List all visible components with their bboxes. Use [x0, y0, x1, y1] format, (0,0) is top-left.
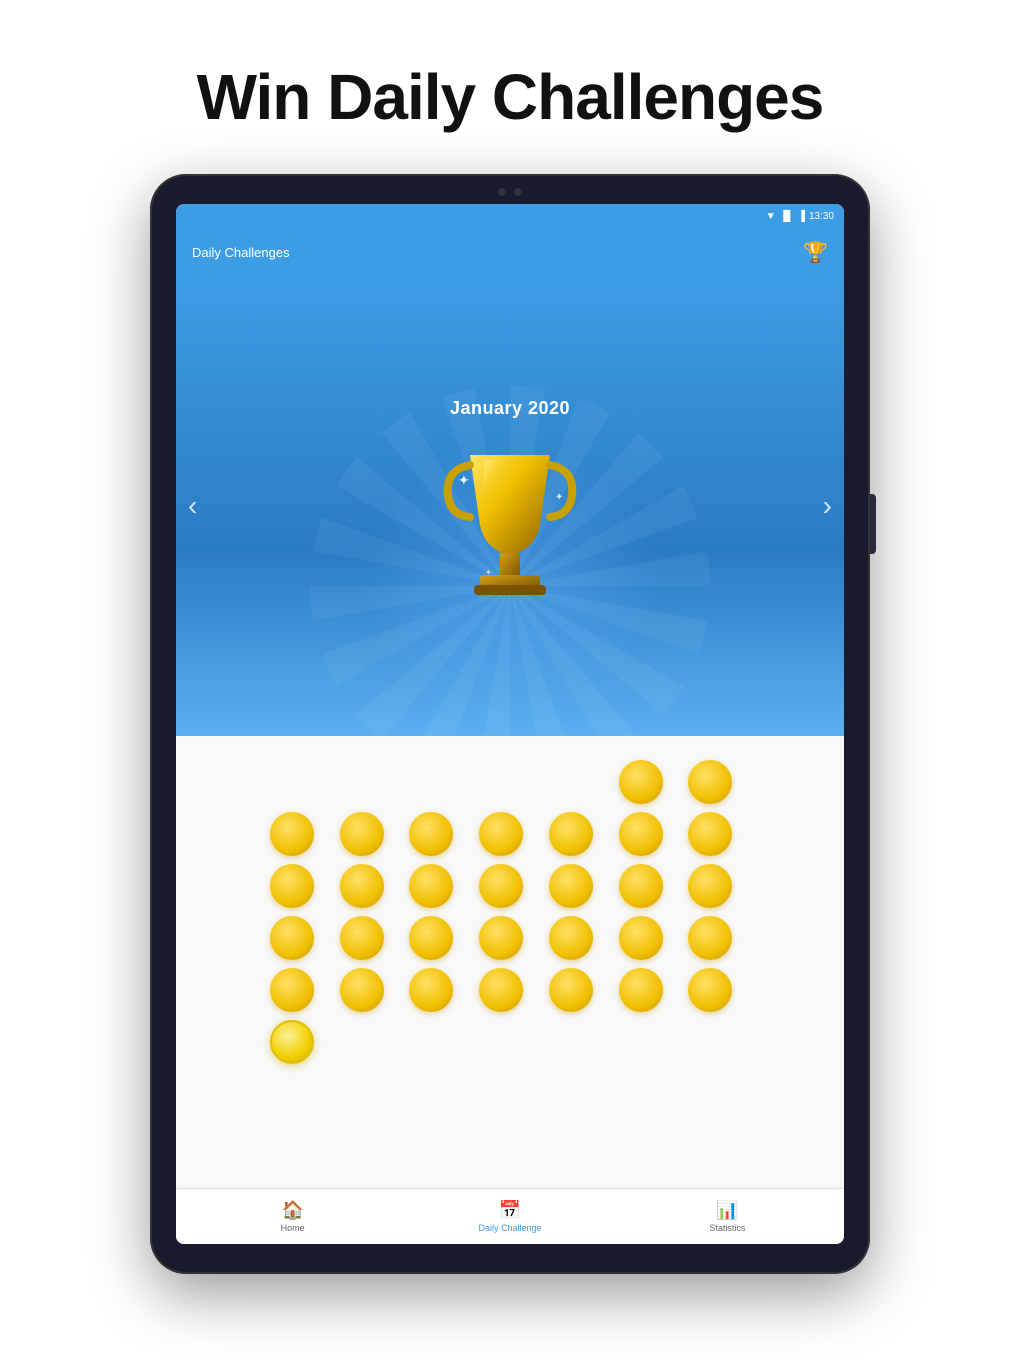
status-icons: ▼ ▐▌ ▐ 13:30: [766, 211, 834, 222]
calendar-day-dot[interactable]: [340, 760, 384, 804]
calendar-day-dot[interactable]: [688, 916, 732, 960]
calendar-day-dot[interactable]: [409, 916, 453, 960]
camera-dot-left: [498, 188, 506, 196]
tablet-screen: ▼ ▐▌ ▐ 13:30 Daily Challenges 🏆 ‹ › Janu…: [176, 204, 844, 1244]
nav-item-stats[interactable]: 📊 Statistics: [619, 1200, 836, 1233]
signal-icon: ▐▌: [780, 211, 794, 222]
tablet-side-button: [870, 494, 876, 554]
calendar-day-dot[interactable]: [619, 1020, 663, 1064]
app-bar-title: Daily Challenges: [192, 245, 290, 260]
calendar-day-dot[interactable]: [619, 968, 663, 1012]
calendar-day-dot[interactable]: [619, 916, 663, 960]
calendar-day-dot[interactable]: [270, 760, 314, 804]
calendar-day-dot[interactable]: [409, 1020, 453, 1064]
next-month-button[interactable]: ›: [823, 490, 832, 522]
stats-nav-label: Statistics: [709, 1223, 745, 1233]
trophy-image: ✦ ✦ ✦: [430, 435, 590, 615]
calendar-day-dot[interactable]: [688, 760, 732, 804]
calendar-day-dot[interactable]: [409, 812, 453, 856]
calendar-day-dot[interactable]: [340, 864, 384, 908]
trophy-bar-icon: 🏆: [803, 240, 828, 265]
hero-section: ‹ › January 2020: [176, 276, 844, 736]
calendar-day-dot[interactable]: [549, 968, 593, 1012]
calendar-day-dot[interactable]: [688, 1020, 732, 1064]
app-bar: Daily Challenges 🏆: [176, 228, 844, 276]
calendar-day-dot[interactable]: [688, 864, 732, 908]
calendar-day-dot[interactable]: [409, 864, 453, 908]
page-title: Win Daily Challenges: [197, 60, 824, 134]
month-label: January 2020: [450, 398, 570, 419]
calendar-day-dot[interactable]: [270, 968, 314, 1012]
calendar-grid: [270, 760, 750, 1064]
bottom-nav: 🏠 Home 📅 Daily Challenge 📊 Statistics: [176, 1188, 844, 1244]
calendar-day-dot[interactable]: [340, 968, 384, 1012]
calendar-day-dot[interactable]: [619, 760, 663, 804]
tablet-device: ▼ ▐▌ ▐ 13:30 Daily Challenges 🏆 ‹ › Janu…: [150, 174, 870, 1274]
calendar-day-dot[interactable]: [270, 1020, 314, 1064]
calendar-day-dot[interactable]: [549, 864, 593, 908]
home-nav-label: Home: [281, 1223, 305, 1233]
calendar-day-dot[interactable]: [688, 968, 732, 1012]
nav-item-daily[interactable]: 📅 Daily Challenge: [401, 1200, 618, 1233]
daily-nav-icon: 📅: [499, 1200, 521, 1221]
tablet-camera-area: [498, 188, 522, 196]
calendar-day-dot[interactable]: [409, 968, 453, 1012]
calendar-day-dot[interactable]: [619, 812, 663, 856]
camera-dot-right: [514, 188, 522, 196]
status-bar: ▼ ▐▌ ▐ 13:30: [176, 204, 844, 228]
calendar-day-dot[interactable]: [479, 864, 523, 908]
calendar-day-dot[interactable]: [549, 1020, 593, 1064]
calendar-day-dot[interactable]: [340, 1020, 384, 1064]
nav-item-home[interactable]: 🏠 Home: [184, 1200, 401, 1233]
wifi-icon: ▼: [766, 211, 776, 222]
calendar-day-dot[interactable]: [688, 812, 732, 856]
prev-month-button[interactable]: ‹: [188, 490, 197, 522]
stats-nav-icon: 📊: [716, 1200, 738, 1221]
svg-text:✦: ✦: [485, 568, 492, 577]
svg-text:✦: ✦: [458, 472, 470, 488]
calendar-day-dot[interactable]: [479, 812, 523, 856]
calendar-day-dot[interactable]: [270, 812, 314, 856]
calendar-section: [176, 736, 844, 1188]
daily-nav-label: Daily Challenge: [478, 1223, 541, 1233]
calendar-day-dot[interactable]: [479, 916, 523, 960]
calendar-day-dot[interactable]: [549, 916, 593, 960]
calendar-day-dot[interactable]: [340, 812, 384, 856]
svg-text:✦: ✦: [555, 492, 563, 503]
calendar-day-dot[interactable]: [619, 864, 663, 908]
status-time: 13:30: [809, 211, 834, 222]
calendar-day-dot[interactable]: [479, 968, 523, 1012]
calendar-day-dot[interactable]: [270, 916, 314, 960]
calendar-day-dot[interactable]: [270, 864, 314, 908]
calendar-day-dot[interactable]: [479, 1020, 523, 1064]
calendar-day-dot[interactable]: [549, 812, 593, 856]
calendar-day-dot[interactable]: [340, 916, 384, 960]
battery-icon: ▐: [798, 211, 805, 222]
home-nav-icon: 🏠: [281, 1200, 303, 1221]
